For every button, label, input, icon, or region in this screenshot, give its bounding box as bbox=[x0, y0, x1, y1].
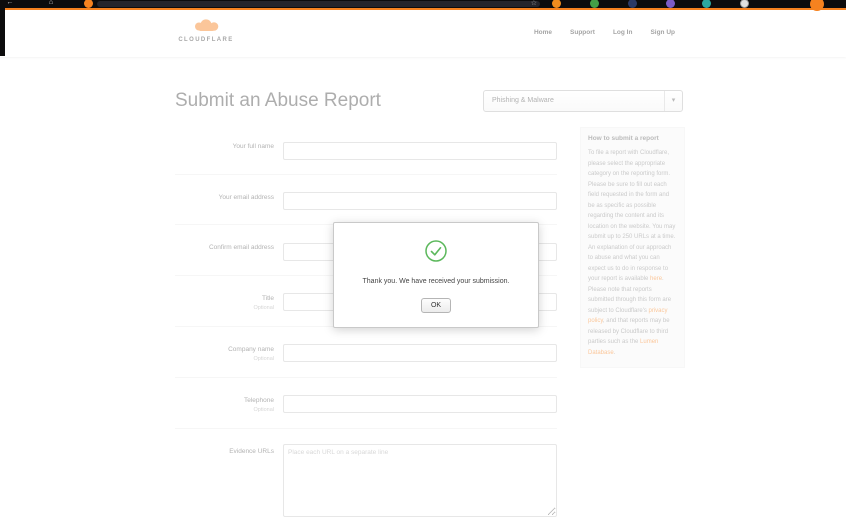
back-icon[interactable]: ← bbox=[5, 0, 15, 8]
success-check-icon bbox=[425, 240, 447, 262]
home-icon[interactable]: ⌂ bbox=[46, 0, 56, 8]
success-message: Thank you. We have received your submiss… bbox=[362, 278, 510, 285]
address-bar[interactable]: ☆ bbox=[97, 0, 540, 8]
browser-toolbar: ← ⌂ ☆ bbox=[0, 0, 846, 8]
profile-avatar[interactable] bbox=[740, 0, 749, 8]
extension-icon[interactable] bbox=[590, 0, 599, 8]
extension-icon[interactable] bbox=[84, 0, 93, 8]
bookmark-star-icon[interactable]: ☆ bbox=[531, 0, 537, 8]
extension-icon[interactable] bbox=[702, 0, 711, 8]
browser-window: ← ⌂ ☆ CLOUDFLARE Home bbox=[0, 0, 846, 521]
submission-success-modal: Thank you. We have received your submiss… bbox=[333, 222, 539, 328]
window-edge bbox=[0, 0, 5, 56]
extension-icon[interactable] bbox=[552, 0, 561, 8]
extension-icon[interactable] bbox=[666, 0, 675, 8]
theme-accent-line bbox=[0, 8, 846, 10]
extension-icon[interactable] bbox=[628, 0, 637, 8]
ok-button[interactable]: OK bbox=[420, 298, 452, 313]
